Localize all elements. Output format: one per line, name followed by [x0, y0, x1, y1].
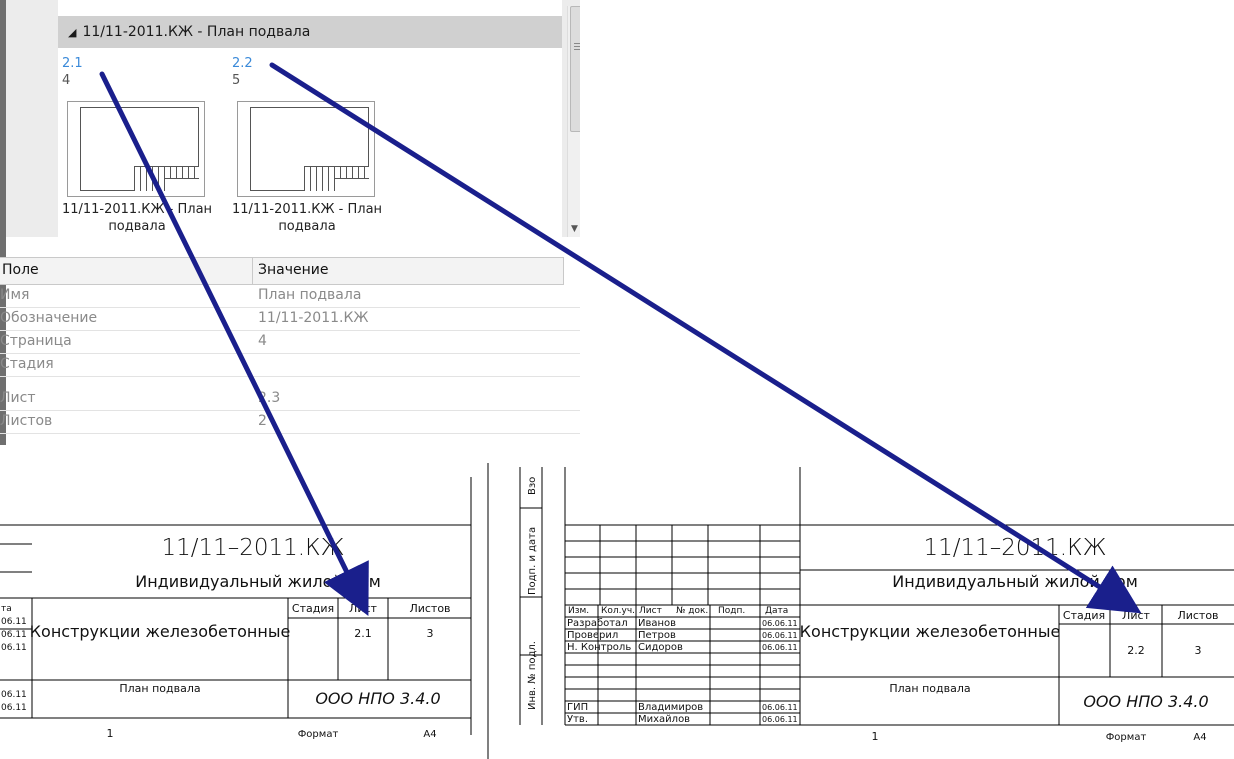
page-number: 1	[107, 727, 114, 740]
side-date: 06.11	[1, 703, 27, 713]
format-value: А4	[423, 729, 436, 740]
person-date: 06.06.11	[762, 631, 798, 640]
drawing-canvas: 11/11–2011.КЖ Индивидуальный жилой дом К…	[0, 62, 1234, 759]
side-date-label: та	[1, 604, 12, 614]
format-value: А4	[1193, 732, 1206, 743]
person-date: 06.06.11	[762, 619, 798, 628]
sheets-header: Листов	[409, 602, 450, 615]
drawing-name: План подвала	[889, 682, 970, 695]
drawing-code: 11/11–2011.КЖ	[923, 535, 1106, 561]
person-role: Н. Контроль	[567, 642, 631, 653]
sheets-value: 3	[427, 627, 434, 640]
vertical-label: Подп. и дата	[527, 527, 538, 595]
part-name: Конструкции железобетонные	[30, 622, 291, 641]
sheet-value: 2.2	[1127, 644, 1145, 657]
stamp-header: Лист	[639, 606, 662, 616]
person-name: Сидоров	[638, 642, 683, 653]
person-role: Утв.	[567, 714, 588, 725]
drawing-code: 11/11–2011.КЖ	[161, 535, 344, 561]
vertical-label: Взо	[527, 477, 538, 495]
right-title-text: Взо Подп. и дата Инв. № подл. Изм. Кол.у…	[527, 477, 1219, 743]
company-name: ООО НПО 3.4.0	[1083, 692, 1208, 711]
side-date: 06.11	[1, 630, 27, 640]
format-label: Формат	[1106, 732, 1147, 743]
person-role: ГИП	[567, 702, 588, 713]
person-date: 06.06.11	[762, 703, 798, 712]
arrow-sheet-2-2	[269, 62, 1142, 614]
sheet-value: 2.1	[354, 627, 372, 640]
project-name: Индивидуальный жилой дом	[135, 572, 381, 591]
person-name: Владимиров	[638, 702, 703, 713]
stamp-header: Кол.уч.	[601, 606, 635, 616]
side-date: 06.11	[1, 690, 27, 700]
stamp-header: № док.	[676, 606, 708, 616]
part-name: Конструкции железобетонные	[800, 622, 1061, 641]
sheet-header: Лист	[1122, 609, 1150, 622]
left-title-text: 11/11–2011.КЖ Индивидуальный жилой дом К…	[1, 535, 451, 740]
right-title-block	[519, 467, 1234, 726]
person-date: 06.06.11	[762, 715, 798, 724]
stamp-header: Подп.	[718, 606, 745, 616]
format-label: Формат	[298, 729, 339, 740]
sheets-value: 3	[1195, 644, 1202, 657]
company-name: ООО НПО 3.4.0	[315, 689, 440, 708]
person-date: 06.06.11	[762, 643, 798, 652]
person-role: Проверил	[567, 630, 618, 641]
stamp-header: Дата	[765, 606, 788, 616]
person-name: Михайлов	[638, 714, 690, 725]
person-name: Петров	[638, 630, 676, 641]
vertical-label: Инв. № подл.	[527, 641, 538, 710]
stamp-header: Изм.	[568, 606, 589, 616]
stage-header: Стадия	[1063, 609, 1105, 622]
side-date: 06.11	[1, 643, 27, 653]
drawing-name: План подвала	[119, 682, 200, 695]
annotation-arrows	[99, 62, 1142, 616]
page-number: 1	[872, 730, 879, 743]
arrow-sheet-2-1	[99, 71, 369, 616]
side-date: 06.11	[1, 617, 27, 627]
stage-header: Стадия	[292, 602, 334, 615]
person-role: Разработал	[567, 618, 628, 629]
sheets-header: Листов	[1177, 609, 1218, 622]
person-name: Иванов	[638, 618, 676, 629]
